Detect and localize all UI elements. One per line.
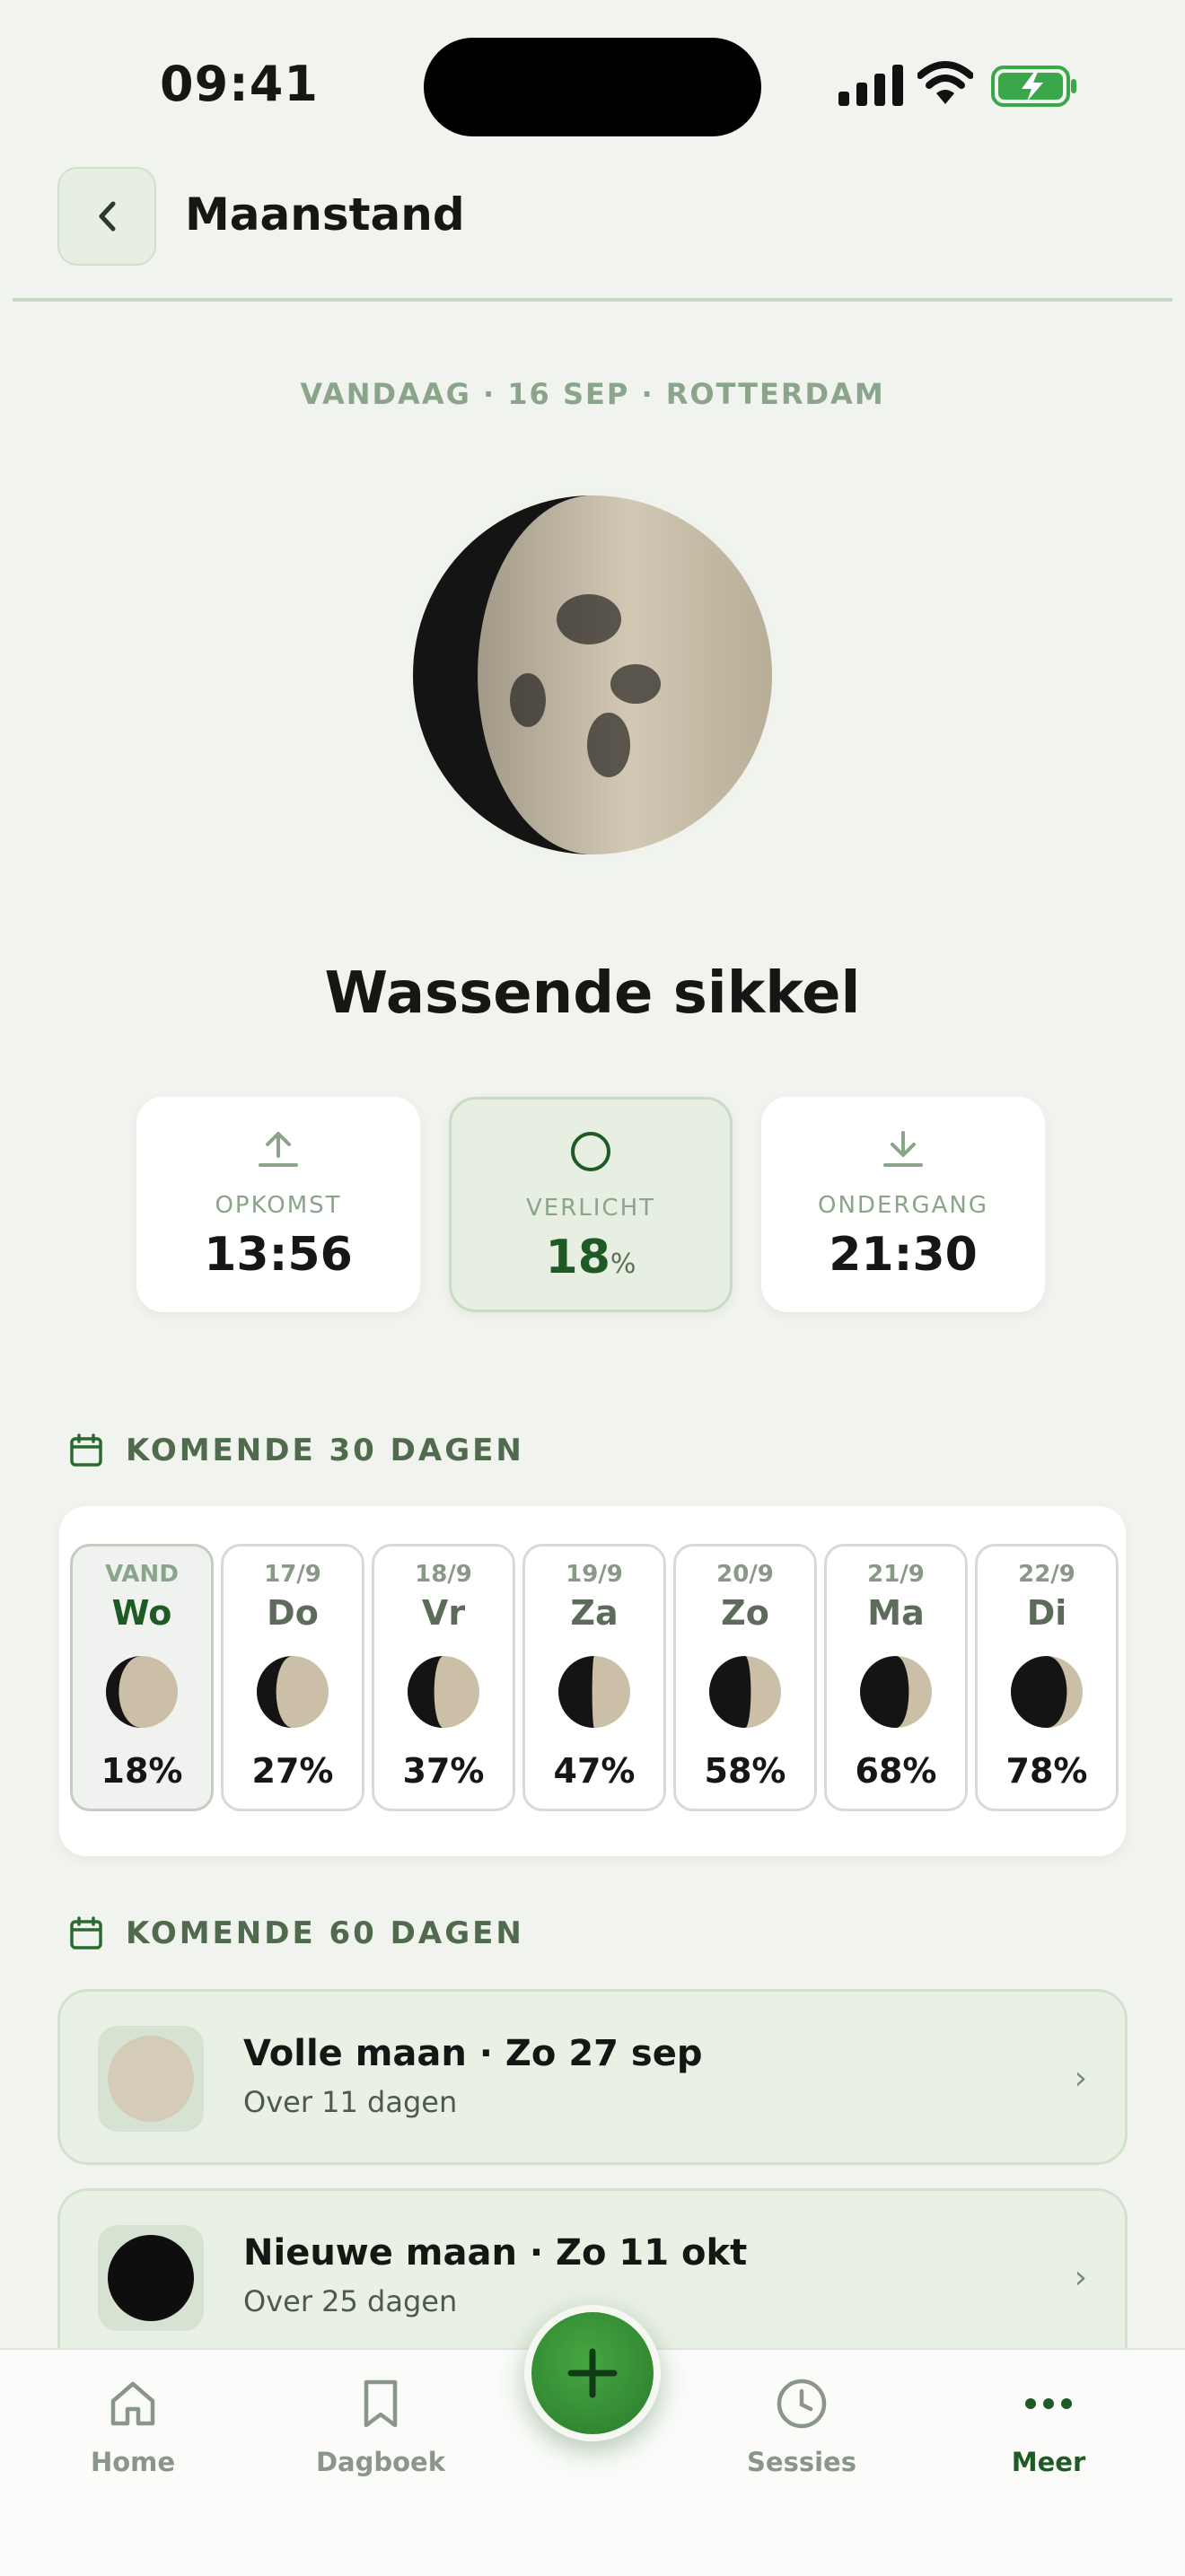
- add-button[interactable]: [524, 2305, 661, 2441]
- phase-name: Wassende sikkel: [324, 960, 861, 1027]
- day-date: 22/9: [1018, 1561, 1075, 1588]
- event-title: Volle maan · Zo 27 sep: [243, 2033, 703, 2074]
- day-card[interactable]: 21/9 Ma 68%: [824, 1544, 968, 1811]
- home-icon: [110, 2381, 155, 2426]
- day-weekday: Ma: [867, 1593, 925, 1633]
- wifi-icon: [917, 61, 973, 104]
- day-date: 18/9: [415, 1561, 472, 1588]
- day-card[interactable]: 19/9 Za 47%: [522, 1544, 666, 1811]
- day-date: 21/9: [867, 1561, 925, 1588]
- nav-label: Sessies: [747, 2447, 856, 2477]
- moonrise-card: OPKOMST 13:56: [136, 1097, 420, 1312]
- day-illumination: 37%: [402, 1751, 485, 1791]
- bookmark-icon: [364, 2379, 398, 2428]
- day-illumination: 78%: [1005, 1751, 1088, 1791]
- day-card[interactable]: 22/9 Di 78%: [975, 1544, 1119, 1811]
- arrow-up-icon: [259, 1132, 298, 1167]
- day-weekday: Za: [570, 1593, 619, 1633]
- day-date: VAND: [105, 1561, 179, 1588]
- illumination-card: VERLICHT 18%: [449, 1097, 733, 1312]
- clock-icon: [777, 2379, 827, 2429]
- moon-phase-icon: [257, 1656, 329, 1728]
- day-illumination: 68%: [855, 1751, 937, 1791]
- cellular-signal-icon: [838, 63, 903, 106]
- day-card[interactable]: 17/9 Do 27%: [221, 1544, 364, 1811]
- full-moon-thumbnail: [98, 2026, 204, 2132]
- moonrise-label: OPKOMST: [215, 1192, 342, 1219]
- status-time: 09:41: [160, 56, 319, 112]
- section-title: KOMENDE 60 DAGEN: [126, 1915, 524, 1951]
- event-card-full-moon[interactable]: Volle maan · Zo 27 sep Over 11 dagen ›: [57, 1989, 1128, 2165]
- chevron-right-icon: ›: [1074, 2259, 1087, 2296]
- calendar-icon: [70, 1433, 102, 1467]
- today-location-label: VANDAAG · 16 SEP · ROTTERDAM: [300, 377, 885, 411]
- calendar-icon: [70, 1916, 102, 1950]
- day-weekday: Vr: [421, 1593, 466, 1633]
- dynamic-island: [424, 38, 761, 136]
- day-weekday: Zo: [721, 1593, 769, 1633]
- day-weekday: Wo: [111, 1593, 172, 1633]
- illumination-label: VERLICHT: [525, 1195, 656, 1222]
- nav-label: Dagboek: [315, 2447, 446, 2477]
- moon-phase-icon: [558, 1656, 630, 1728]
- illumination-value: 18: [545, 1231, 610, 1284]
- full-moon-icon: [108, 2036, 194, 2122]
- moon-phase-icon: [408, 1656, 479, 1728]
- day-weekday: Do: [267, 1593, 319, 1633]
- day-illumination: 18%: [101, 1751, 183, 1791]
- nav-sessions[interactable]: Sessies: [721, 2377, 882, 2477]
- plus-icon: [567, 2348, 618, 2398]
- moonset-value: 21:30: [829, 1228, 978, 1282]
- nav-more[interactable]: Meer: [968, 2377, 1129, 2477]
- moonset-label: ONDERGANG: [818, 1192, 988, 1219]
- illumination-unit: %: [610, 1249, 636, 1280]
- day-weekday: Di: [1026, 1593, 1067, 1633]
- moon-phase-icon: [709, 1656, 781, 1728]
- event-subtitle: Over 25 dagen: [243, 2284, 458, 2318]
- day-date: 17/9: [264, 1561, 321, 1588]
- moonset-card: ONDERGANG 21:30: [761, 1097, 1045, 1312]
- page-title: Maanstand: [185, 188, 465, 241]
- back-button[interactable]: [57, 167, 156, 266]
- day-card[interactable]: 18/9 Vr 37%: [372, 1544, 515, 1811]
- section-header-30-days: KOMENDE 30 DAGEN: [68, 1431, 524, 1470]
- moon-phase-icon: [1011, 1656, 1083, 1728]
- moon-phase-illustration: [393, 476, 792, 874]
- chevron-left-icon: [99, 201, 116, 232]
- battery-charging-icon: [991, 66, 1076, 107]
- event-subtitle: Over 11 dagen: [243, 2085, 458, 2119]
- day-illumination: 27%: [251, 1751, 334, 1791]
- arrow-down-icon: [883, 1131, 923, 1167]
- nav-label: Home: [90, 2447, 176, 2477]
- day-date: 19/9: [566, 1561, 623, 1588]
- day-illumination: 47%: [553, 1751, 636, 1791]
- more-dots-icon: [1025, 2398, 1072, 2409]
- event-title: Nieuwe maan · Zo 11 okt: [243, 2232, 748, 2274]
- day-card[interactable]: VAND Wo 18%: [70, 1544, 214, 1811]
- new-moon-thumbnail: [98, 2225, 204, 2331]
- moon-phase-icon: [106, 1656, 178, 1728]
- moon-phase-icon: [860, 1656, 932, 1728]
- day-card[interactable]: 20/9 Zo 58%: [673, 1544, 817, 1811]
- day-forecast-strip[interactable]: VAND Wo 18% 17/9 Do 27% 18/9 Vr 37% 19/9 Za 47% 20/9…: [59, 1506, 1126, 1856]
- section-title: KOMENDE 30 DAGEN: [126, 1433, 524, 1468]
- nav-home[interactable]: Home: [52, 2377, 214, 2477]
- circle-icon: [571, 1132, 610, 1171]
- nav-label: Meer: [1011, 2447, 1086, 2477]
- moonrise-value: 13:56: [204, 1228, 353, 1282]
- nav-diary[interactable]: Dagboek: [300, 2377, 461, 2477]
- day-illumination: 58%: [704, 1751, 786, 1791]
- chevron-right-icon: ›: [1074, 2060, 1087, 2097]
- new-moon-icon: [108, 2235, 194, 2321]
- section-header-60-days: KOMENDE 60 DAGEN: [68, 1914, 524, 1953]
- day-date: 20/9: [716, 1561, 774, 1588]
- header-divider: [13, 298, 1172, 302]
